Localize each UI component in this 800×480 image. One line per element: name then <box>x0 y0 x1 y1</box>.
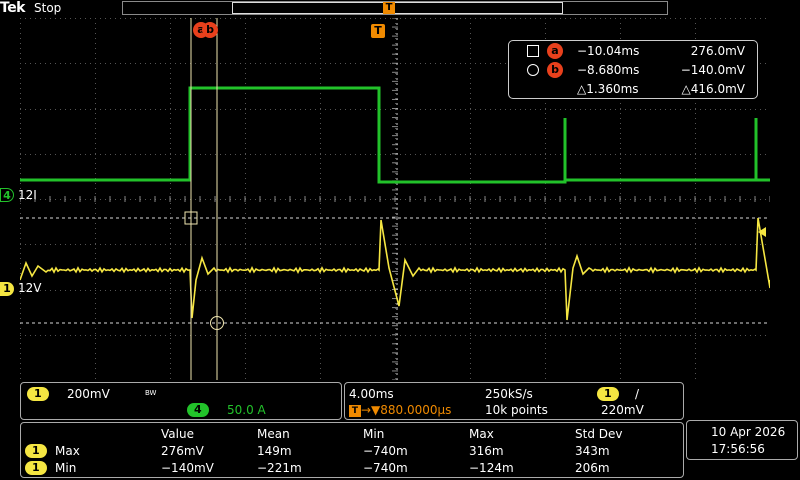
ch4-number: 4 <box>0 188 14 202</box>
cell-stddev: 343m <box>575 444 610 458</box>
cell-max: −124m <box>469 461 514 475</box>
trigger-level-arrow-icon[interactable] <box>758 227 766 237</box>
square-icon <box>527 45 539 57</box>
column-header: Std Dev <box>575 427 623 441</box>
trigger-icon: T <box>349 404 361 417</box>
ch4-label: 12I <box>18 188 37 202</box>
trigger-position-marker[interactable]: T <box>371 24 385 38</box>
trigger-source[interactable]: 1 <box>597 387 619 401</box>
ch4-scale[interactable]: 50.0 A <box>227 403 266 417</box>
cursor-b-badge[interactable]: b <box>202 22 218 38</box>
row-name: Max <box>55 444 80 458</box>
cell-max: 316m <box>469 444 504 458</box>
ch1-label: 12V <box>18 281 42 295</box>
trigger-offset-value: →▼880.0000µs <box>361 403 452 417</box>
cell-stddev: 206m <box>575 461 610 475</box>
ch1-scale[interactable]: 200mV <box>67 387 110 401</box>
bw-limit-icon: BW <box>145 389 157 397</box>
acquisition-state[interactable]: Stop <box>34 1 61 15</box>
timebase-trigger-panel[interactable]: 4.00ms 250kS/s 1 / T →▼880.0000µs 10k poi… <box>344 382 684 420</box>
ch4-waveform <box>20 86 770 184</box>
cell-value: −140mV <box>161 461 214 475</box>
cell-mean: 149m <box>257 444 292 458</box>
column-header: Max <box>469 427 494 441</box>
cell-min: −740m <box>363 461 408 475</box>
row-channel: 1 <box>25 461 47 475</box>
brand-logo: Tek <box>0 0 26 16</box>
trigger-slope-icon[interactable]: / <box>635 387 639 401</box>
column-header: Mean <box>257 427 290 441</box>
ch1-indicator[interactable]: 1 <box>27 387 49 401</box>
cursor-b-badge-readout: b <box>547 62 563 78</box>
column-header: Min <box>363 427 385 441</box>
sample-rate: 250kS/s <box>485 387 533 401</box>
cursor-delta-time: △1.360ms <box>577 82 639 96</box>
time: 17:56:56 <box>711 442 765 456</box>
cell-value: 276mV <box>161 444 204 458</box>
column-header: Value <box>161 427 194 441</box>
ch4-offset-marker[interactable]: 4 12I <box>0 188 37 202</box>
channel-settings-panel[interactable]: 1 200mV BW 4 50.0 A <box>20 382 342 420</box>
record-length: 10k points <box>485 403 548 417</box>
row-channel: 1 <box>25 444 47 458</box>
cell-mean: −221m <box>257 461 302 475</box>
cursor-delta-row: △1.360ms △416.0mV <box>509 80 757 98</box>
cursor-a-time: −10.04ms <box>577 44 640 58</box>
cursor-a-row: a −10.04ms 276.0mV <box>509 42 757 60</box>
cursor-b-time: −8.680ms <box>577 63 640 77</box>
cursor-readout[interactable]: a −10.04ms 276.0mV b −8.680ms −140.0mV △… <box>508 40 758 99</box>
horizontal-scale[interactable]: 4.00ms <box>349 387 394 401</box>
cursor-a-value: 276.0mV <box>690 44 745 58</box>
cursor-b-value: −140.0mV <box>680 63 745 77</box>
trigger-level[interactable]: 220mV <box>601 403 644 417</box>
record-view-window[interactable] <box>232 2 563 14</box>
cell-min: −740m <box>363 444 408 458</box>
ch1-offset-marker[interactable]: 1 12V <box>0 281 42 296</box>
cursor-a-badge-readout: a <box>547 43 563 59</box>
date: 10 Apr 2026 <box>711 425 786 439</box>
ch4-indicator[interactable]: 4 <box>187 403 209 417</box>
ch1-number: 1 <box>0 282 14 296</box>
measurements-table[interactable]: Value Mean Min Max Std Dev 1 Max 276mV 1… <box>20 422 684 478</box>
status-bar: Tek Stop T <box>0 0 800 18</box>
clock-panel[interactable]: 10 Apr 2026 17:56:56 <box>686 420 798 460</box>
trigger-offset[interactable]: T →▼880.0000µs <box>349 403 451 417</box>
cursor-b-row: b −8.680ms −140.0mV <box>509 61 757 79</box>
row-name: Min <box>55 461 77 475</box>
circle-icon <box>527 64 539 76</box>
cursor-delta-value: △416.0mV <box>681 82 745 96</box>
trigger-record-marker: T <box>383 2 395 14</box>
